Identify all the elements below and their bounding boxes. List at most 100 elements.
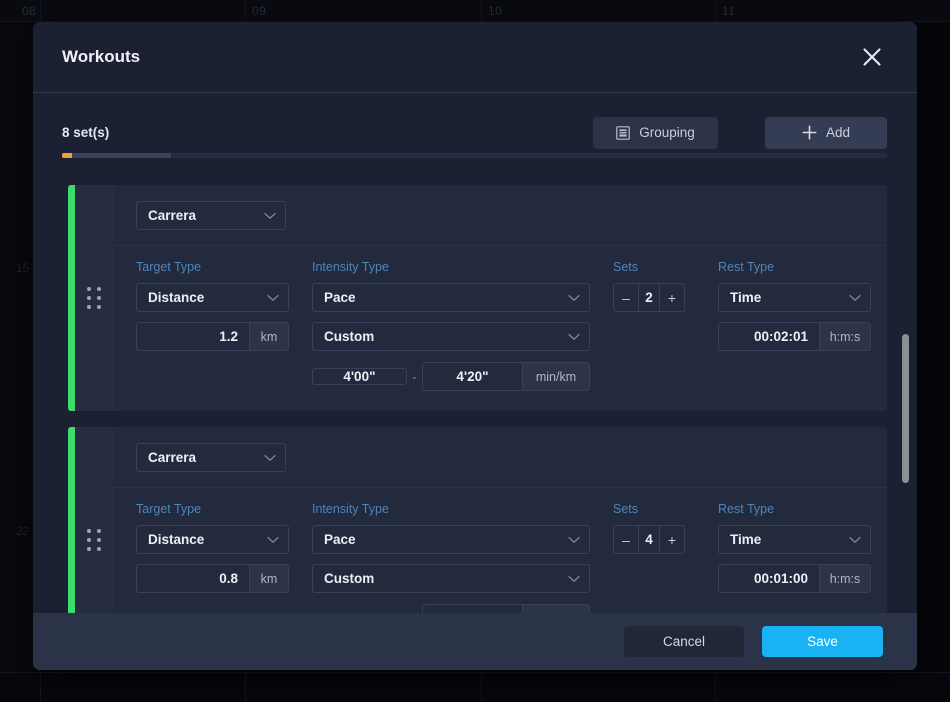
sets-count-value[interactable]: 2 xyxy=(638,283,660,312)
calendar-day-label: 22 xyxy=(16,524,30,538)
set-card-body: Carrera Target Type Distance 0.8 km Inte… xyxy=(114,427,887,613)
progress-segment-secondary xyxy=(71,153,171,158)
target-type-value: Distance xyxy=(148,290,205,305)
intensity-to-input[interactable]: 4'20" xyxy=(422,362,522,391)
intensity-type-value: Pace xyxy=(324,532,356,547)
set-card: Carrera Target Type Distance 1.2 km Inte… xyxy=(68,185,887,411)
rest-type-select[interactable]: Time xyxy=(718,525,871,554)
set-card: Carrera Target Type Distance 0.8 km Inte… xyxy=(68,427,887,613)
page-title: Workouts xyxy=(62,47,141,66)
calendar-bottom-divider xyxy=(40,672,41,702)
rest-value-group: 00:01:00 h:m:s xyxy=(718,564,871,593)
target-value-group: 0.8 km xyxy=(136,564,289,593)
set-accent-bar xyxy=(68,427,75,613)
drag-handle-icon[interactable] xyxy=(87,286,102,310)
grouping-button[interactable]: Grouping xyxy=(593,116,718,149)
add-label: Add xyxy=(825,125,851,140)
chevron-down-icon xyxy=(267,294,279,302)
chevron-down-icon xyxy=(849,294,861,302)
set-fields-row: Target Type Distance 1.2 km Intensity Ty… xyxy=(114,246,887,411)
target-value-group: 1.2 km xyxy=(136,322,289,351)
cancel-button[interactable]: Cancel xyxy=(624,626,744,657)
intensity-mode-value: Custom xyxy=(324,329,375,344)
intensity-type-label: Intensity Type xyxy=(312,260,389,274)
intensity-type-column: Intensity Type Pace Custom xyxy=(312,502,590,613)
intensity-type-select[interactable]: Pace xyxy=(312,525,590,554)
set-name-row: Carrera xyxy=(114,185,887,246)
workouts-modal: Workouts 8 set(s) Grouping Add Carrera T… xyxy=(33,22,917,670)
set-fields-row: Target Type Distance 0.8 km Intensity Ty… xyxy=(114,488,887,613)
set-accent-bar xyxy=(68,185,75,411)
sets-label: Sets xyxy=(613,260,639,274)
calendar-bottom-divider xyxy=(715,672,716,702)
rest-unit-label: h:m:s xyxy=(819,322,871,351)
target-value-input[interactable]: 0.8 xyxy=(136,564,249,593)
sets-scrollbar-thumb[interactable] xyxy=(902,334,909,484)
target-type-select[interactable]: Distance xyxy=(136,283,289,312)
target-value-input[interactable]: 1.2 xyxy=(136,322,249,351)
target-type-label: Target Type xyxy=(136,260,202,274)
set-name-select[interactable]: Carrera xyxy=(136,443,286,472)
calendar-hour-label: 10 xyxy=(488,4,503,18)
target-type-label: Target Type xyxy=(136,502,202,516)
close-button[interactable] xyxy=(855,40,889,74)
sets-stepper: – 2 + xyxy=(613,283,685,312)
set-card-body: Carrera Target Type Distance 1.2 km Inte… xyxy=(114,185,887,411)
close-icon xyxy=(861,46,883,68)
modal-header: Workouts xyxy=(33,22,917,93)
modal-body: 8 set(s) Grouping Add Carrera Target Typ… xyxy=(33,93,917,613)
intensity-type-label: Intensity Type xyxy=(312,502,389,516)
target-type-select[interactable]: Distance xyxy=(136,525,289,554)
sets-stepper: – 4 + xyxy=(613,525,685,554)
sets-count-column: Sets – 4 + xyxy=(613,502,706,554)
chevron-down-icon xyxy=(264,454,276,462)
set-drag-handle-column xyxy=(75,427,114,613)
intensity-mode-select[interactable]: Custom xyxy=(312,322,590,351)
save-button[interactable]: Save xyxy=(762,626,883,657)
calendar-hour-label: 11 xyxy=(722,4,736,18)
range-separator: - xyxy=(412,369,417,384)
chevron-down-icon xyxy=(267,536,279,544)
sets-decrement-button[interactable]: – xyxy=(613,525,638,554)
sets-scrollbar-track[interactable] xyxy=(902,185,909,611)
sets-increment-button[interactable]: + xyxy=(660,525,685,554)
set-name-select[interactable]: Carrera xyxy=(136,201,286,230)
drag-handle-icon[interactable] xyxy=(87,528,102,552)
rest-type-select[interactable]: Time xyxy=(718,283,871,312)
intensity-type-column: Intensity Type Pace Custom xyxy=(312,260,590,391)
chevron-down-icon xyxy=(568,294,580,302)
sets-progress-bar xyxy=(62,153,887,158)
intensity-mode-select[interactable]: Custom xyxy=(312,564,590,593)
chevron-down-icon xyxy=(568,575,580,583)
intensity-type-select[interactable]: Pace xyxy=(312,283,590,312)
sets-increment-button[interactable]: + xyxy=(660,283,685,312)
rest-value-input[interactable]: 00:02:01 xyxy=(718,322,819,351)
calendar-hour-label: 08 xyxy=(22,4,37,18)
calendar-bottom-strip xyxy=(0,672,950,702)
target-type-value: Distance xyxy=(148,532,205,547)
intensity-mode-value: Custom xyxy=(324,571,375,586)
sets-label: Sets xyxy=(613,502,639,516)
target-unit-label: km xyxy=(249,322,289,351)
progress-segment-warmup xyxy=(62,153,72,158)
intensity-range-row: 4'00" - 4'20" min/km xyxy=(312,362,590,391)
intensity-to-input[interactable] xyxy=(422,604,522,613)
calendar-bottom-divider xyxy=(245,672,246,702)
rest-type-column: Rest Type Time 00:02:01 h:m:s xyxy=(718,260,871,351)
target-unit-label: km xyxy=(249,564,289,593)
rest-type-label: Rest Type xyxy=(718,502,775,516)
intensity-to-group: 4'20" min/km xyxy=(422,362,590,391)
intensity-type-value: Pace xyxy=(324,290,356,305)
set-name-value: Carrera xyxy=(148,208,197,223)
set-count-label: 8 set(s) xyxy=(62,125,110,140)
sets-decrement-button[interactable]: – xyxy=(613,283,638,312)
rest-value-input[interactable]: 00:01:00 xyxy=(718,564,819,593)
sets-count-value[interactable]: 4 xyxy=(638,525,660,554)
add-button[interactable]: Add xyxy=(765,116,887,149)
rest-unit-label: h:m:s xyxy=(819,564,871,593)
plus-icon xyxy=(802,125,817,140)
chevron-down-icon xyxy=(568,536,580,544)
chevron-down-icon xyxy=(264,212,276,220)
sets-scroll-area[interactable]: Carrera Target Type Distance 1.2 km Inte… xyxy=(33,185,917,613)
intensity-from-input[interactable]: 4'00" xyxy=(312,368,407,385)
